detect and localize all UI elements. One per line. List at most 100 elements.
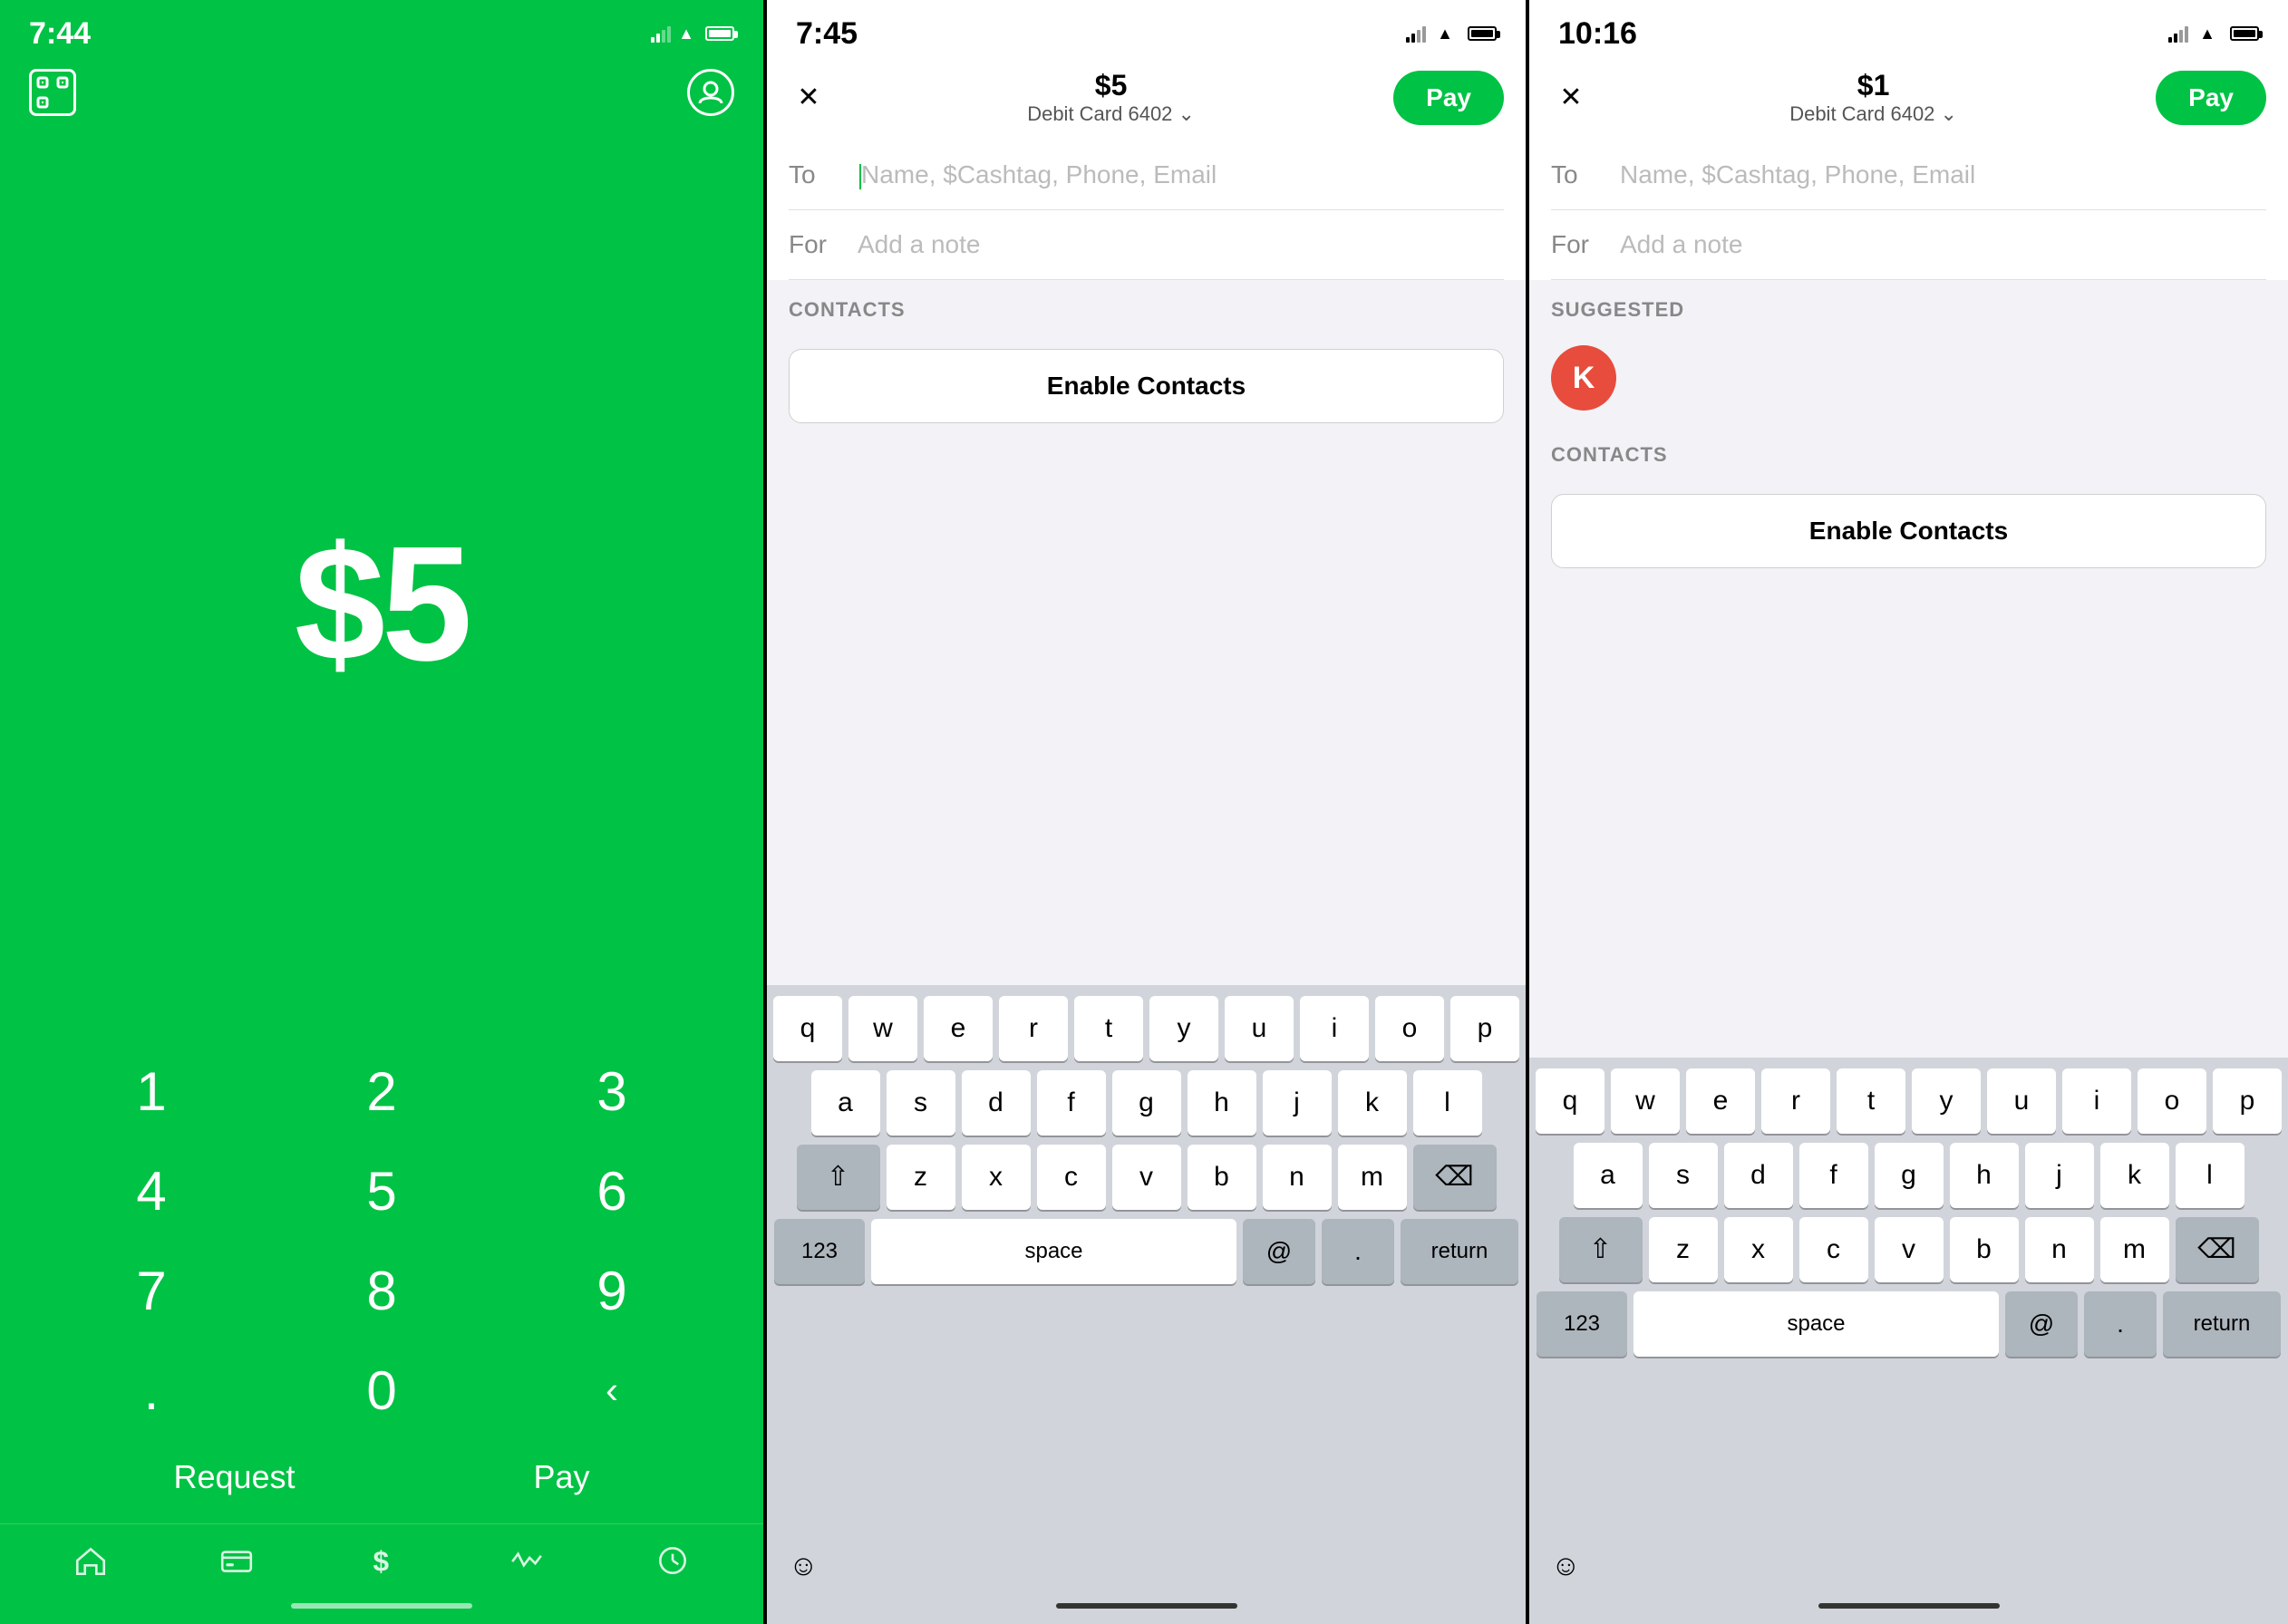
key-p-2[interactable]: p — [1450, 996, 1519, 1061]
key-dot-3[interactable]: . — [2084, 1291, 2157, 1357]
close-button-2[interactable]: ✕ — [789, 78, 829, 118]
key-6[interactable]: 6 — [497, 1141, 727, 1241]
key-0[interactable]: 0 — [267, 1340, 497, 1440]
key-n-2[interactable]: n — [1263, 1145, 1332, 1210]
key-at-3[interactable]: @ — [2005, 1291, 2078, 1357]
key-x-2[interactable]: x — [962, 1145, 1031, 1210]
key-backspace[interactable]: ‹ — [497, 1340, 727, 1440]
emoji-icon-2[interactable]: ☺ — [789, 1549, 819, 1582]
key-z-2[interactable]: z — [887, 1145, 955, 1210]
for-input-2[interactable]: Add a note — [858, 230, 980, 259]
shift-key-2[interactable]: ⇧ — [797, 1145, 880, 1210]
key-n-3[interactable]: n — [2025, 1217, 2094, 1282]
key-d-2[interactable]: d — [962, 1070, 1031, 1136]
to-input-3[interactable]: Name, $Cashtag, Phone, Email — [1620, 160, 1975, 189]
for-input-3[interactable]: Add a note — [1620, 230, 1742, 259]
key-5[interactable]: 5 — [267, 1141, 497, 1241]
key-y-3[interactable]: y — [1912, 1068, 1981, 1134]
key-v-2[interactable]: v — [1112, 1145, 1181, 1210]
key-4[interactable]: 4 — [36, 1141, 267, 1241]
key-s-3[interactable]: s — [1649, 1143, 1718, 1208]
suggested-avatar-3[interactable]: K — [1551, 345, 1616, 411]
key-a-3[interactable]: a — [1574, 1143, 1643, 1208]
key-at-2[interactable]: @ — [1243, 1219, 1315, 1284]
close-button-3[interactable]: ✕ — [1551, 78, 1591, 118]
key-r-2[interactable]: r — [999, 996, 1068, 1061]
key-u-3[interactable]: u — [1987, 1068, 2056, 1134]
nav-activity[interactable] — [509, 1542, 545, 1579]
return-key-2[interactable]: return — [1401, 1219, 1518, 1284]
key-q-3[interactable]: q — [1536, 1068, 1605, 1134]
header-card-3[interactable]: Debit Card 6402 ⌄ — [1789, 102, 1957, 126]
key-f-2[interactable]: f — [1037, 1070, 1106, 1136]
pay-button-3[interactable]: Pay — [2156, 71, 2266, 125]
key-c-3[interactable]: c — [1799, 1217, 1868, 1282]
pay-button-main[interactable]: Pay — [533, 1458, 589, 1496]
return-key-3[interactable]: return — [2163, 1291, 2281, 1357]
enable-contacts-button-2[interactable]: Enable Contacts — [789, 349, 1504, 423]
delete-key-2[interactable]: ⌫ — [1413, 1145, 1497, 1210]
key-e-3[interactable]: e — [1686, 1068, 1755, 1134]
nav-card[interactable] — [218, 1542, 255, 1579]
key-123-2[interactable]: 123 — [774, 1219, 865, 1284]
key-3[interactable]: 3 — [497, 1041, 727, 1141]
nav-home[interactable] — [73, 1542, 109, 1579]
key-2[interactable]: 2 — [267, 1041, 497, 1141]
key-c-2[interactable]: c — [1037, 1145, 1106, 1210]
key-d-3[interactable]: d — [1724, 1143, 1793, 1208]
key-x-3[interactable]: x — [1724, 1217, 1793, 1282]
pay-button-2[interactable]: Pay — [1393, 71, 1504, 125]
key-m-2[interactable]: m — [1338, 1145, 1407, 1210]
key-l-2[interactable]: l — [1413, 1070, 1482, 1136]
key-7[interactable]: 7 — [36, 1241, 267, 1340]
request-button[interactable]: Request — [173, 1458, 295, 1496]
key-u-2[interactable]: u — [1225, 996, 1294, 1061]
key-dot[interactable]: . — [36, 1340, 267, 1440]
key-k-2[interactable]: k — [1338, 1070, 1407, 1136]
key-a-2[interactable]: a — [811, 1070, 880, 1136]
key-h-3[interactable]: h — [1950, 1143, 2019, 1208]
key-k-3[interactable]: k — [2100, 1143, 2169, 1208]
to-input-2[interactable]: Name, $Cashtag, Phone, Email — [858, 160, 1217, 189]
delete-key-3[interactable]: ⌫ — [2176, 1217, 2259, 1282]
key-z-3[interactable]: z — [1649, 1217, 1718, 1282]
key-8[interactable]: 8 — [267, 1241, 497, 1340]
key-v-3[interactable]: v — [1875, 1217, 1944, 1282]
header-card-2[interactable]: Debit Card 6402 ⌄ — [1027, 102, 1195, 126]
key-t-2[interactable]: t — [1074, 996, 1143, 1061]
key-o-3[interactable]: o — [2138, 1068, 2206, 1134]
key-dot-2[interactable]: . — [1322, 1219, 1394, 1284]
key-b-2[interactable]: b — [1188, 1145, 1256, 1210]
key-t-3[interactable]: t — [1837, 1068, 1905, 1134]
profile-icon[interactable] — [687, 69, 734, 116]
key-b-3[interactable]: b — [1950, 1217, 2019, 1282]
space-bar-2[interactable]: space — [871, 1219, 1236, 1284]
nav-clock[interactable] — [654, 1542, 691, 1579]
space-bar-3[interactable]: space — [1634, 1291, 1999, 1357]
key-l-3[interactable]: l — [2176, 1143, 2244, 1208]
nav-dollar[interactable]: $ — [364, 1542, 400, 1579]
key-i-3[interactable]: i — [2062, 1068, 2131, 1134]
key-123-3[interactable]: 123 — [1537, 1291, 1627, 1357]
key-f-3[interactable]: f — [1799, 1143, 1868, 1208]
key-s-2[interactable]: s — [887, 1070, 955, 1136]
emoji-icon-3[interactable]: ☺ — [1551, 1549, 1581, 1582]
key-h-2[interactable]: h — [1188, 1070, 1256, 1136]
key-j-2[interactable]: j — [1263, 1070, 1332, 1136]
key-m-3[interactable]: m — [2100, 1217, 2169, 1282]
key-g-2[interactable]: g — [1112, 1070, 1181, 1136]
key-i-2[interactable]: i — [1300, 996, 1369, 1061]
key-o-2[interactable]: o — [1375, 996, 1444, 1061]
key-p-3[interactable]: p — [2213, 1068, 2282, 1134]
key-j-3[interactable]: j — [2025, 1143, 2094, 1208]
key-w-2[interactable]: w — [848, 996, 917, 1061]
key-w-3[interactable]: w — [1611, 1068, 1680, 1134]
key-r-3[interactable]: r — [1761, 1068, 1830, 1134]
key-9[interactable]: 9 — [497, 1241, 727, 1340]
key-q-2[interactable]: q — [773, 996, 842, 1061]
key-e-2[interactable]: e — [924, 996, 993, 1061]
key-g-3[interactable]: g — [1875, 1143, 1944, 1208]
key-1[interactable]: 1 — [36, 1041, 267, 1141]
shift-key-3[interactable]: ⇧ — [1559, 1217, 1643, 1282]
key-y-2[interactable]: y — [1149, 996, 1218, 1061]
